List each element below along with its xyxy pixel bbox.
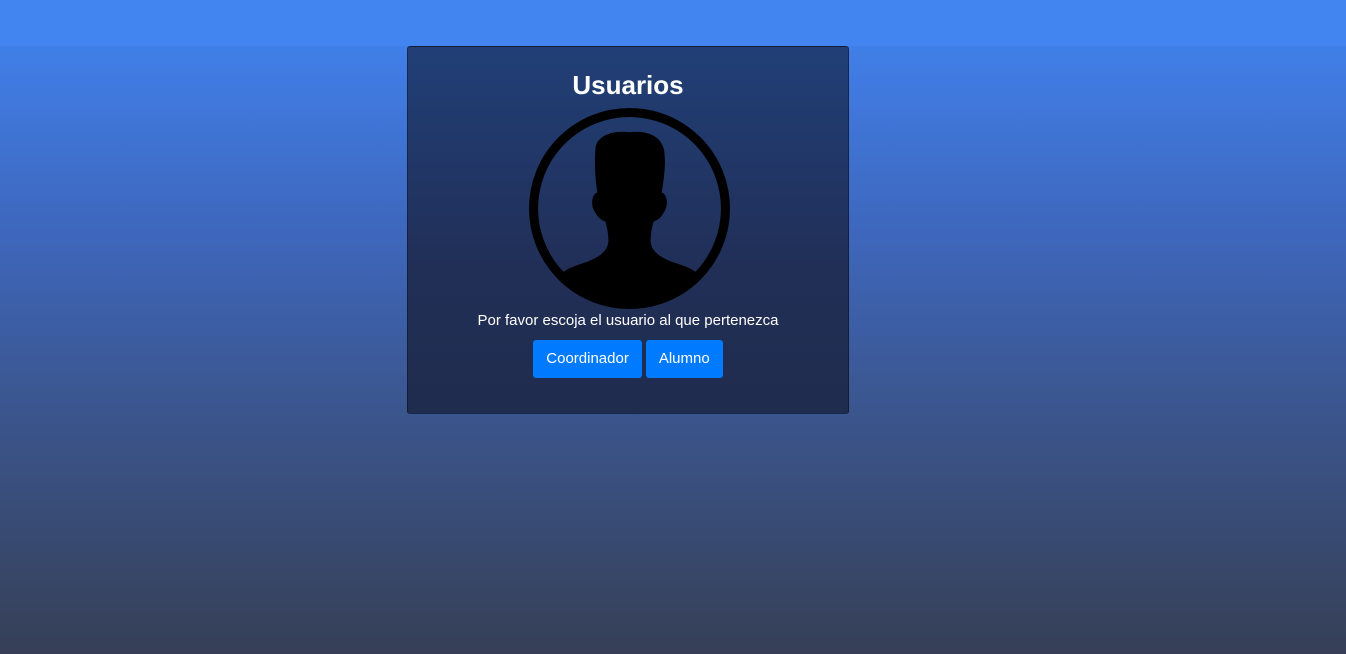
user-type-buttons: Coordinador Alumno bbox=[408, 340, 848, 378]
user-type-prompt: Por favor escoja el usuario al que perte… bbox=[477, 312, 779, 329]
card-title: Usuarios bbox=[572, 70, 684, 100]
user-type-card: Usuarios Por favor escoja el usuario al … bbox=[407, 46, 849, 414]
student-button[interactable]: Alumno bbox=[645, 340, 723, 378]
top-bar bbox=[0, 0, 1346, 46]
user-silhouette-icon bbox=[529, 108, 730, 309]
coordinator-button[interactable]: Coordinador bbox=[533, 340, 642, 378]
